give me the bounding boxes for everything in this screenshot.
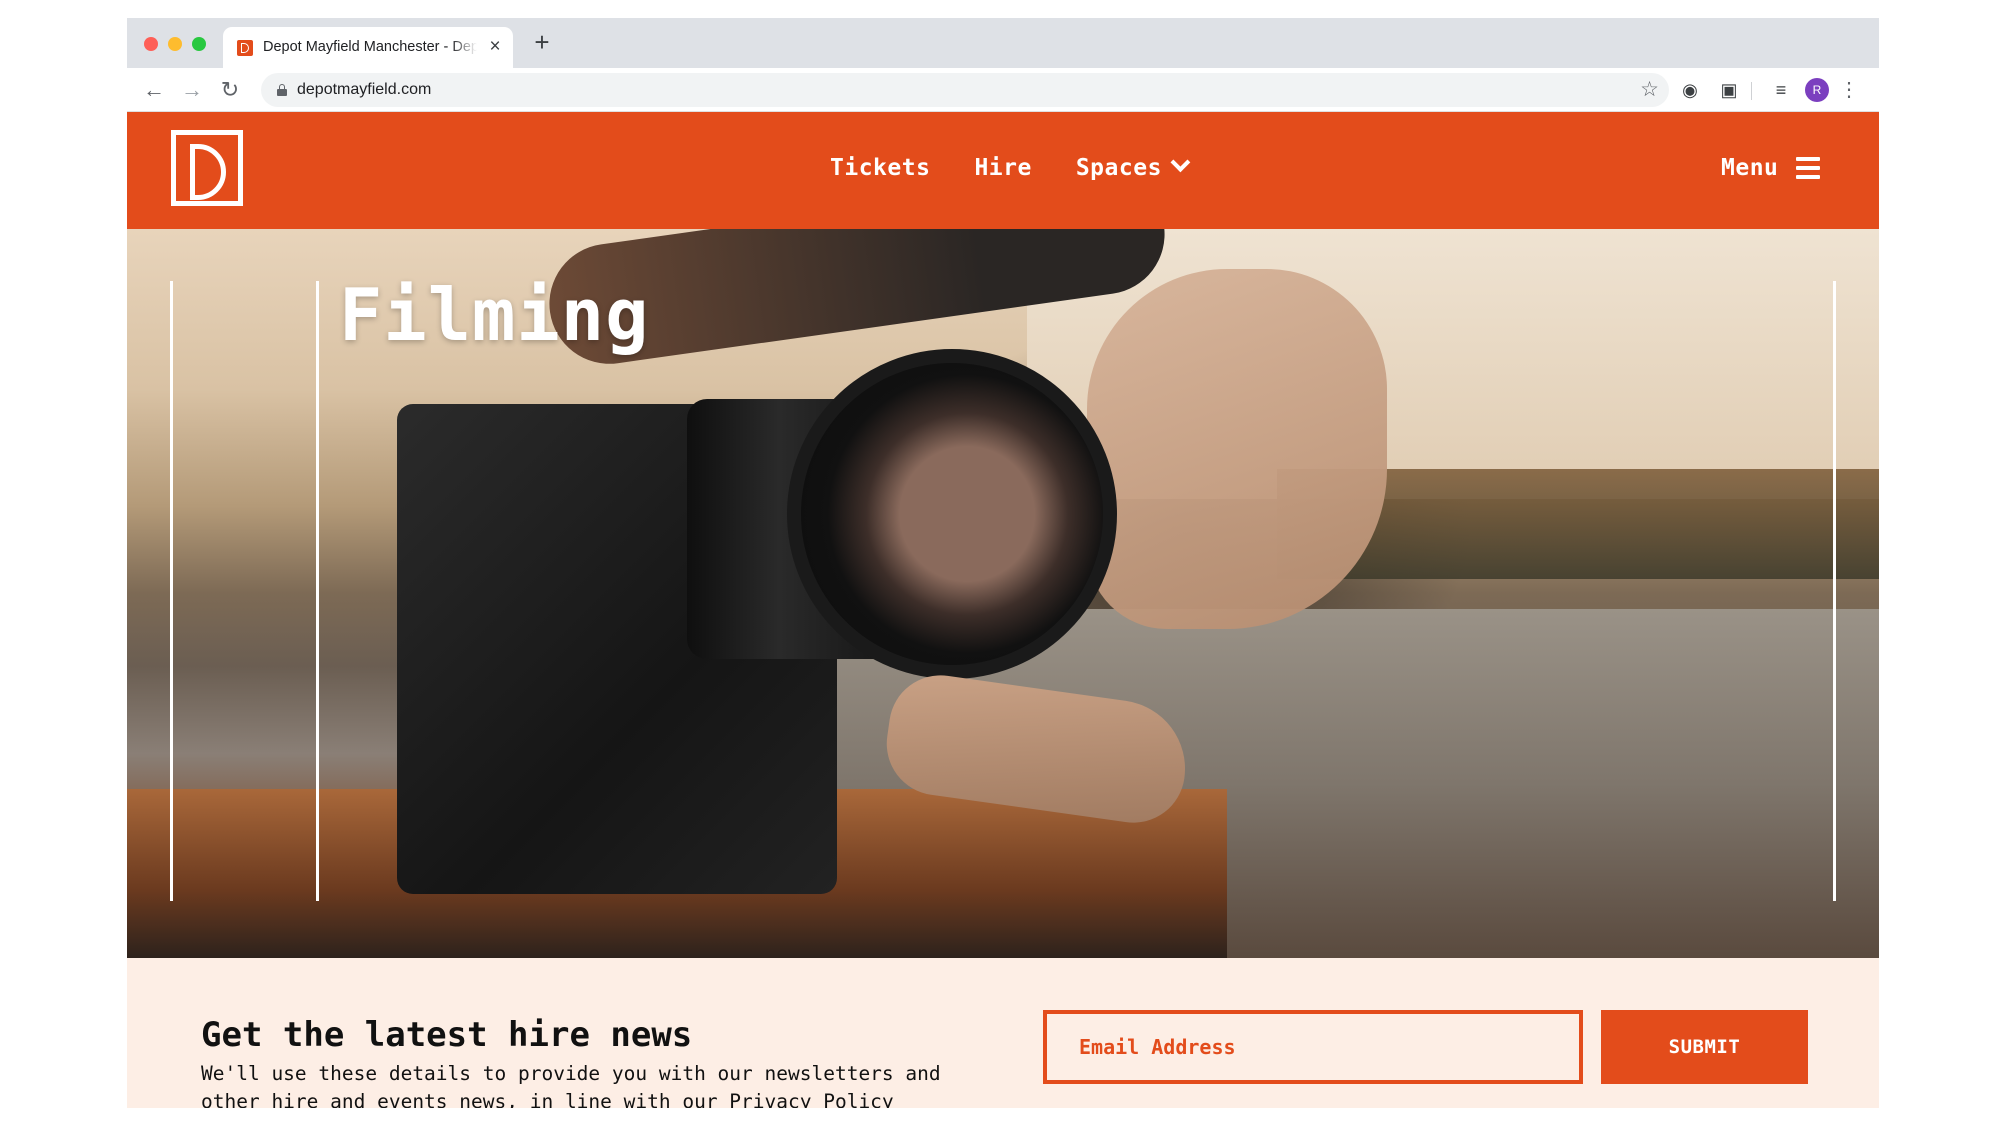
new-tab-button[interactable]: + (529, 29, 555, 56)
nav-hire[interactable]: Hire (974, 155, 1031, 181)
hero-banner: Filming (127, 229, 1879, 958)
menu-icon[interactable]: ⋮ (1837, 77, 1861, 103)
submit-button[interactable]: SUBMIT (1601, 1010, 1808, 1084)
reading-list-icon[interactable]: ≡ (1769, 78, 1793, 102)
address-bar[interactable]: depotmayfield.com ☆ (261, 73, 1669, 107)
menu-label: Menu (1721, 155, 1779, 181)
lock-icon (277, 84, 287, 96)
browser-window: Depot Mayfield Manchester - Depot × + ← … (127, 18, 1879, 1108)
depot-logo[interactable] (171, 130, 243, 206)
nav-tickets[interactable]: Tickets (830, 155, 930, 181)
hero-frame-line-left (170, 281, 173, 901)
hamburger-icon (1796, 157, 1821, 179)
favicon-icon (237, 40, 253, 56)
browser-tab[interactable]: Depot Mayfield Manchester - Depot × (223, 27, 513, 68)
tab-title: Depot Mayfield Manchester - Depot (263, 39, 477, 55)
browser-toolbar: ← → ↻ depotmayfield.com ☆ ◉ ▣ ≡ R ⋮ (127, 68, 1879, 112)
maximize-window-button[interactable] (192, 37, 206, 51)
back-icon[interactable]: ← (139, 75, 169, 105)
nav-spaces-label: Spaces (1075, 155, 1162, 181)
extension-icon[interactable]: ◉ (1678, 78, 1702, 102)
forward-icon[interactable]: → (177, 75, 207, 105)
email-input[interactable] (1047, 1014, 1579, 1080)
main-nav: Tickets Hire Spaces (830, 152, 1191, 181)
toolbar-divider (1751, 82, 1752, 100)
tab-bar: Depot Mayfield Manchester - Depot × + (127, 18, 1879, 68)
screenshot-icon[interactable]: ▣ (1717, 78, 1741, 102)
site-header: Tickets Hire Spaces Menu (127, 112, 1879, 229)
newsletter-text: We'll use these details to provide you w… (201, 1062, 941, 1108)
newsletter-section: Get the latest hire news We'll use these… (127, 958, 1879, 1108)
newsletter-title: Get the latest hire news (201, 1015, 693, 1055)
hero-frame-line-inner (316, 281, 319, 901)
close-window-button[interactable] (144, 37, 158, 51)
url-text: depotmayfield.com (297, 81, 432, 98)
star-icon[interactable]: ☆ (1640, 77, 1659, 103)
chevron-down-icon (1170, 152, 1191, 173)
hero-frame-line-right (1833, 281, 1836, 901)
nav-spaces[interactable]: Spaces (1075, 152, 1191, 181)
reload-icon[interactable]: ↻ (215, 75, 245, 105)
email-field[interactable] (1043, 1010, 1583, 1084)
page-title: Filming (339, 273, 650, 357)
minimize-window-button[interactable] (168, 37, 182, 51)
profile-avatar[interactable]: R (1805, 78, 1829, 102)
tab-close-button[interactable]: × (485, 36, 505, 58)
menu-button[interactable]: Menu (1721, 155, 1821, 181)
